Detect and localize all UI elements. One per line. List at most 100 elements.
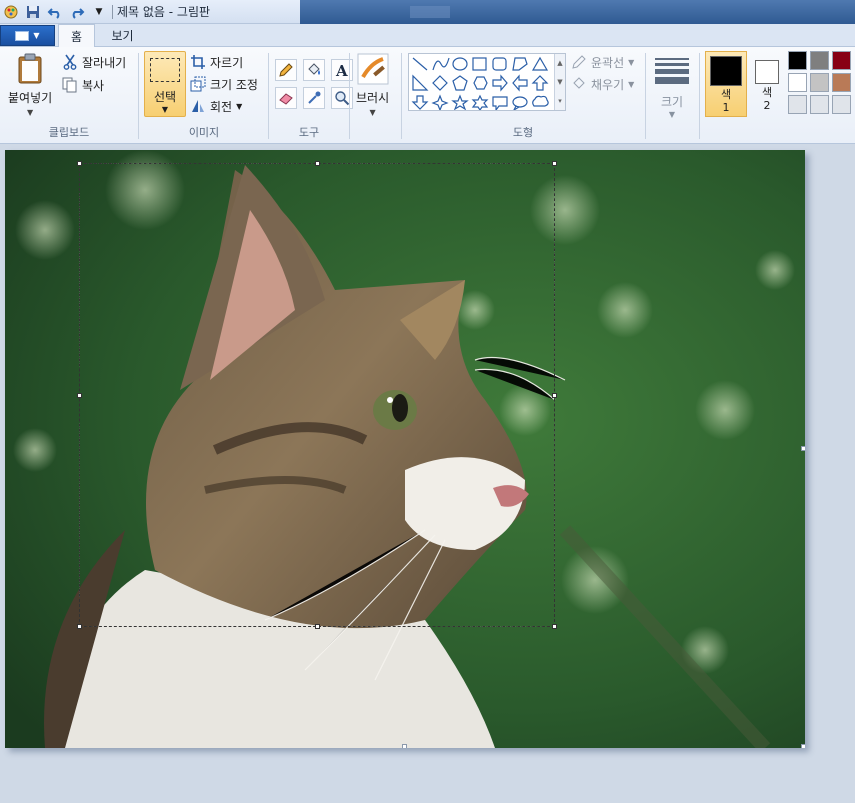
chevron-down-icon: ▼ xyxy=(236,101,243,111)
expand-icon[interactable]: ▾ xyxy=(558,97,562,105)
fill-bucket-icon[interactable] xyxy=(303,59,325,81)
selection-handle-top-right[interactable] xyxy=(552,161,557,166)
group-divider xyxy=(699,53,700,139)
color2-button[interactable]: 색2 xyxy=(746,51,788,117)
rectangle-shape-icon xyxy=(472,57,487,71)
size-button[interactable]: 크기 ▼ xyxy=(652,53,692,119)
selection-handle-top[interactable] xyxy=(315,161,320,166)
save-icon[interactable] xyxy=(22,1,44,23)
palette-swatch[interactable] xyxy=(832,95,851,114)
color-palette xyxy=(788,51,851,114)
brushes-label: 브러시 xyxy=(356,91,390,105)
pencil-icon[interactable] xyxy=(275,59,297,81)
copy-label: 복사 xyxy=(82,78,105,93)
down-arrow-shape-icon xyxy=(411,95,429,110)
clipboard-icon xyxy=(14,53,46,85)
redo-icon[interactable] xyxy=(66,1,88,23)
resize-label: 크기 조정 xyxy=(210,77,258,92)
fill-button[interactable]: 채우기 ▼ xyxy=(571,74,634,94)
fill-label: 채우기 xyxy=(591,77,625,92)
eraser-icon[interactable] xyxy=(275,87,297,109)
cut-label: 잘라내기 xyxy=(82,55,127,70)
selection-marquee-icon xyxy=(150,58,180,82)
color1-button[interactable]: 색1 xyxy=(705,51,747,117)
selection-rectangle[interactable] xyxy=(77,161,557,629)
selection-handle-bottom-left[interactable] xyxy=(77,624,82,629)
palette-swatch[interactable] xyxy=(832,51,851,70)
palette-swatch[interactable] xyxy=(810,73,829,92)
canvas-resize-handle-bottom[interactable] xyxy=(402,744,407,748)
tab-view[interactable]: 보기 xyxy=(100,24,145,47)
chevron-down-icon[interactable]: ▼ xyxy=(557,78,562,86)
right-triangle-shape-icon xyxy=(412,74,429,91)
chevron-up-icon[interactable]: ▲ xyxy=(557,59,562,67)
color1-swatch xyxy=(710,56,742,86)
hexagon-shape-icon xyxy=(473,76,488,90)
canvas-resize-handle-corner[interactable] xyxy=(801,744,805,748)
palette-swatch[interactable] xyxy=(832,73,851,92)
title-divider xyxy=(112,4,113,19)
chevron-down-icon: ▼ xyxy=(628,79,635,89)
brush-icon xyxy=(357,53,389,85)
triangle-shape-icon xyxy=(531,56,549,71)
select-label: 선택 xyxy=(153,90,177,104)
title-bar-background xyxy=(300,0,855,24)
palette-swatch[interactable] xyxy=(788,73,807,92)
outline-label: 윤곽선 xyxy=(591,55,625,70)
resize-icon xyxy=(190,76,206,92)
app-menu-button[interactable]: ▼ xyxy=(0,25,55,46)
clipboard-group-label: 클립보드 xyxy=(48,126,90,139)
resize-button[interactable]: 크기 조정 xyxy=(190,74,258,94)
six-point-star-shape-icon xyxy=(471,94,489,110)
palette-swatch[interactable] xyxy=(788,51,807,70)
image-group-label: 이미지 xyxy=(188,126,220,139)
pentagon-shape-icon xyxy=(452,75,468,91)
palette-swatch[interactable] xyxy=(788,95,807,114)
brushes-button[interactable]: 브러시 ▼ xyxy=(356,53,389,117)
group-divider xyxy=(349,53,350,139)
paste-button[interactable]: 붙여넣기 ▼ xyxy=(8,53,52,117)
document-icon xyxy=(15,30,30,41)
palette-swatch[interactable] xyxy=(810,51,829,70)
selection-handle-bottom[interactable] xyxy=(315,624,320,629)
svg-text:A: A xyxy=(335,62,348,78)
drawing-canvas[interactable] xyxy=(5,150,805,748)
five-point-star-shape-icon xyxy=(451,94,469,110)
select-button[interactable]: 선택 ▼ xyxy=(144,51,186,117)
rotate-button[interactable]: 회전 ▼ xyxy=(190,96,242,116)
chevron-down-icon: ▼ xyxy=(33,31,40,40)
shapes-group-label: 도형 xyxy=(512,126,534,139)
line-shape-icon xyxy=(412,57,428,71)
outline-button[interactable]: 윤곽선 ▼ xyxy=(571,52,634,72)
cut-button[interactable]: 잘라내기 xyxy=(62,52,126,72)
curve-shape-icon xyxy=(432,57,450,71)
chevron-down-icon: ▼ xyxy=(161,105,169,114)
selection-handle-right[interactable] xyxy=(552,393,557,398)
palette-swatch[interactable] xyxy=(810,95,829,114)
tools-grid: A xyxy=(275,59,353,109)
selection-handle-top-left[interactable] xyxy=(77,161,82,166)
copy-button[interactable]: 복사 xyxy=(62,75,104,95)
ribbon-tabs: ▼ 홈 보기 xyxy=(0,24,855,48)
tools-group-label: 도구 xyxy=(298,126,320,139)
color2-label: 색2 xyxy=(761,86,773,112)
shapes-gallery[interactable]: ▲ ▼ ▾ xyxy=(408,53,566,111)
rotate-label: 회전 xyxy=(210,99,233,114)
shapes-scrollbar[interactable]: ▲ ▼ ▾ xyxy=(554,54,565,110)
selection-handle-bottom-right[interactable] xyxy=(552,624,557,629)
color-picker-icon[interactable] xyxy=(303,87,325,109)
chevron-down-icon: ▼ xyxy=(668,110,676,119)
fill-bucket-icon xyxy=(571,76,587,92)
customize-qat-chevron-down-icon[interactable]: ▼ xyxy=(88,1,110,23)
undo-icon[interactable] xyxy=(44,1,66,23)
tab-home[interactable]: 홈 xyxy=(58,24,95,48)
selection-handle-left[interactable] xyxy=(77,393,82,398)
crop-button[interactable]: 자르기 xyxy=(190,52,243,72)
paste-label: 붙여넣기 xyxy=(8,91,53,105)
paint-app-icon[interactable] xyxy=(0,1,22,23)
canvas-resize-handle-right[interactable] xyxy=(801,446,805,451)
scissors-icon xyxy=(62,54,78,70)
chevron-down-icon: ▼ xyxy=(628,57,635,67)
line-thickness-icon xyxy=(655,55,689,87)
rotate-icon xyxy=(190,98,206,114)
